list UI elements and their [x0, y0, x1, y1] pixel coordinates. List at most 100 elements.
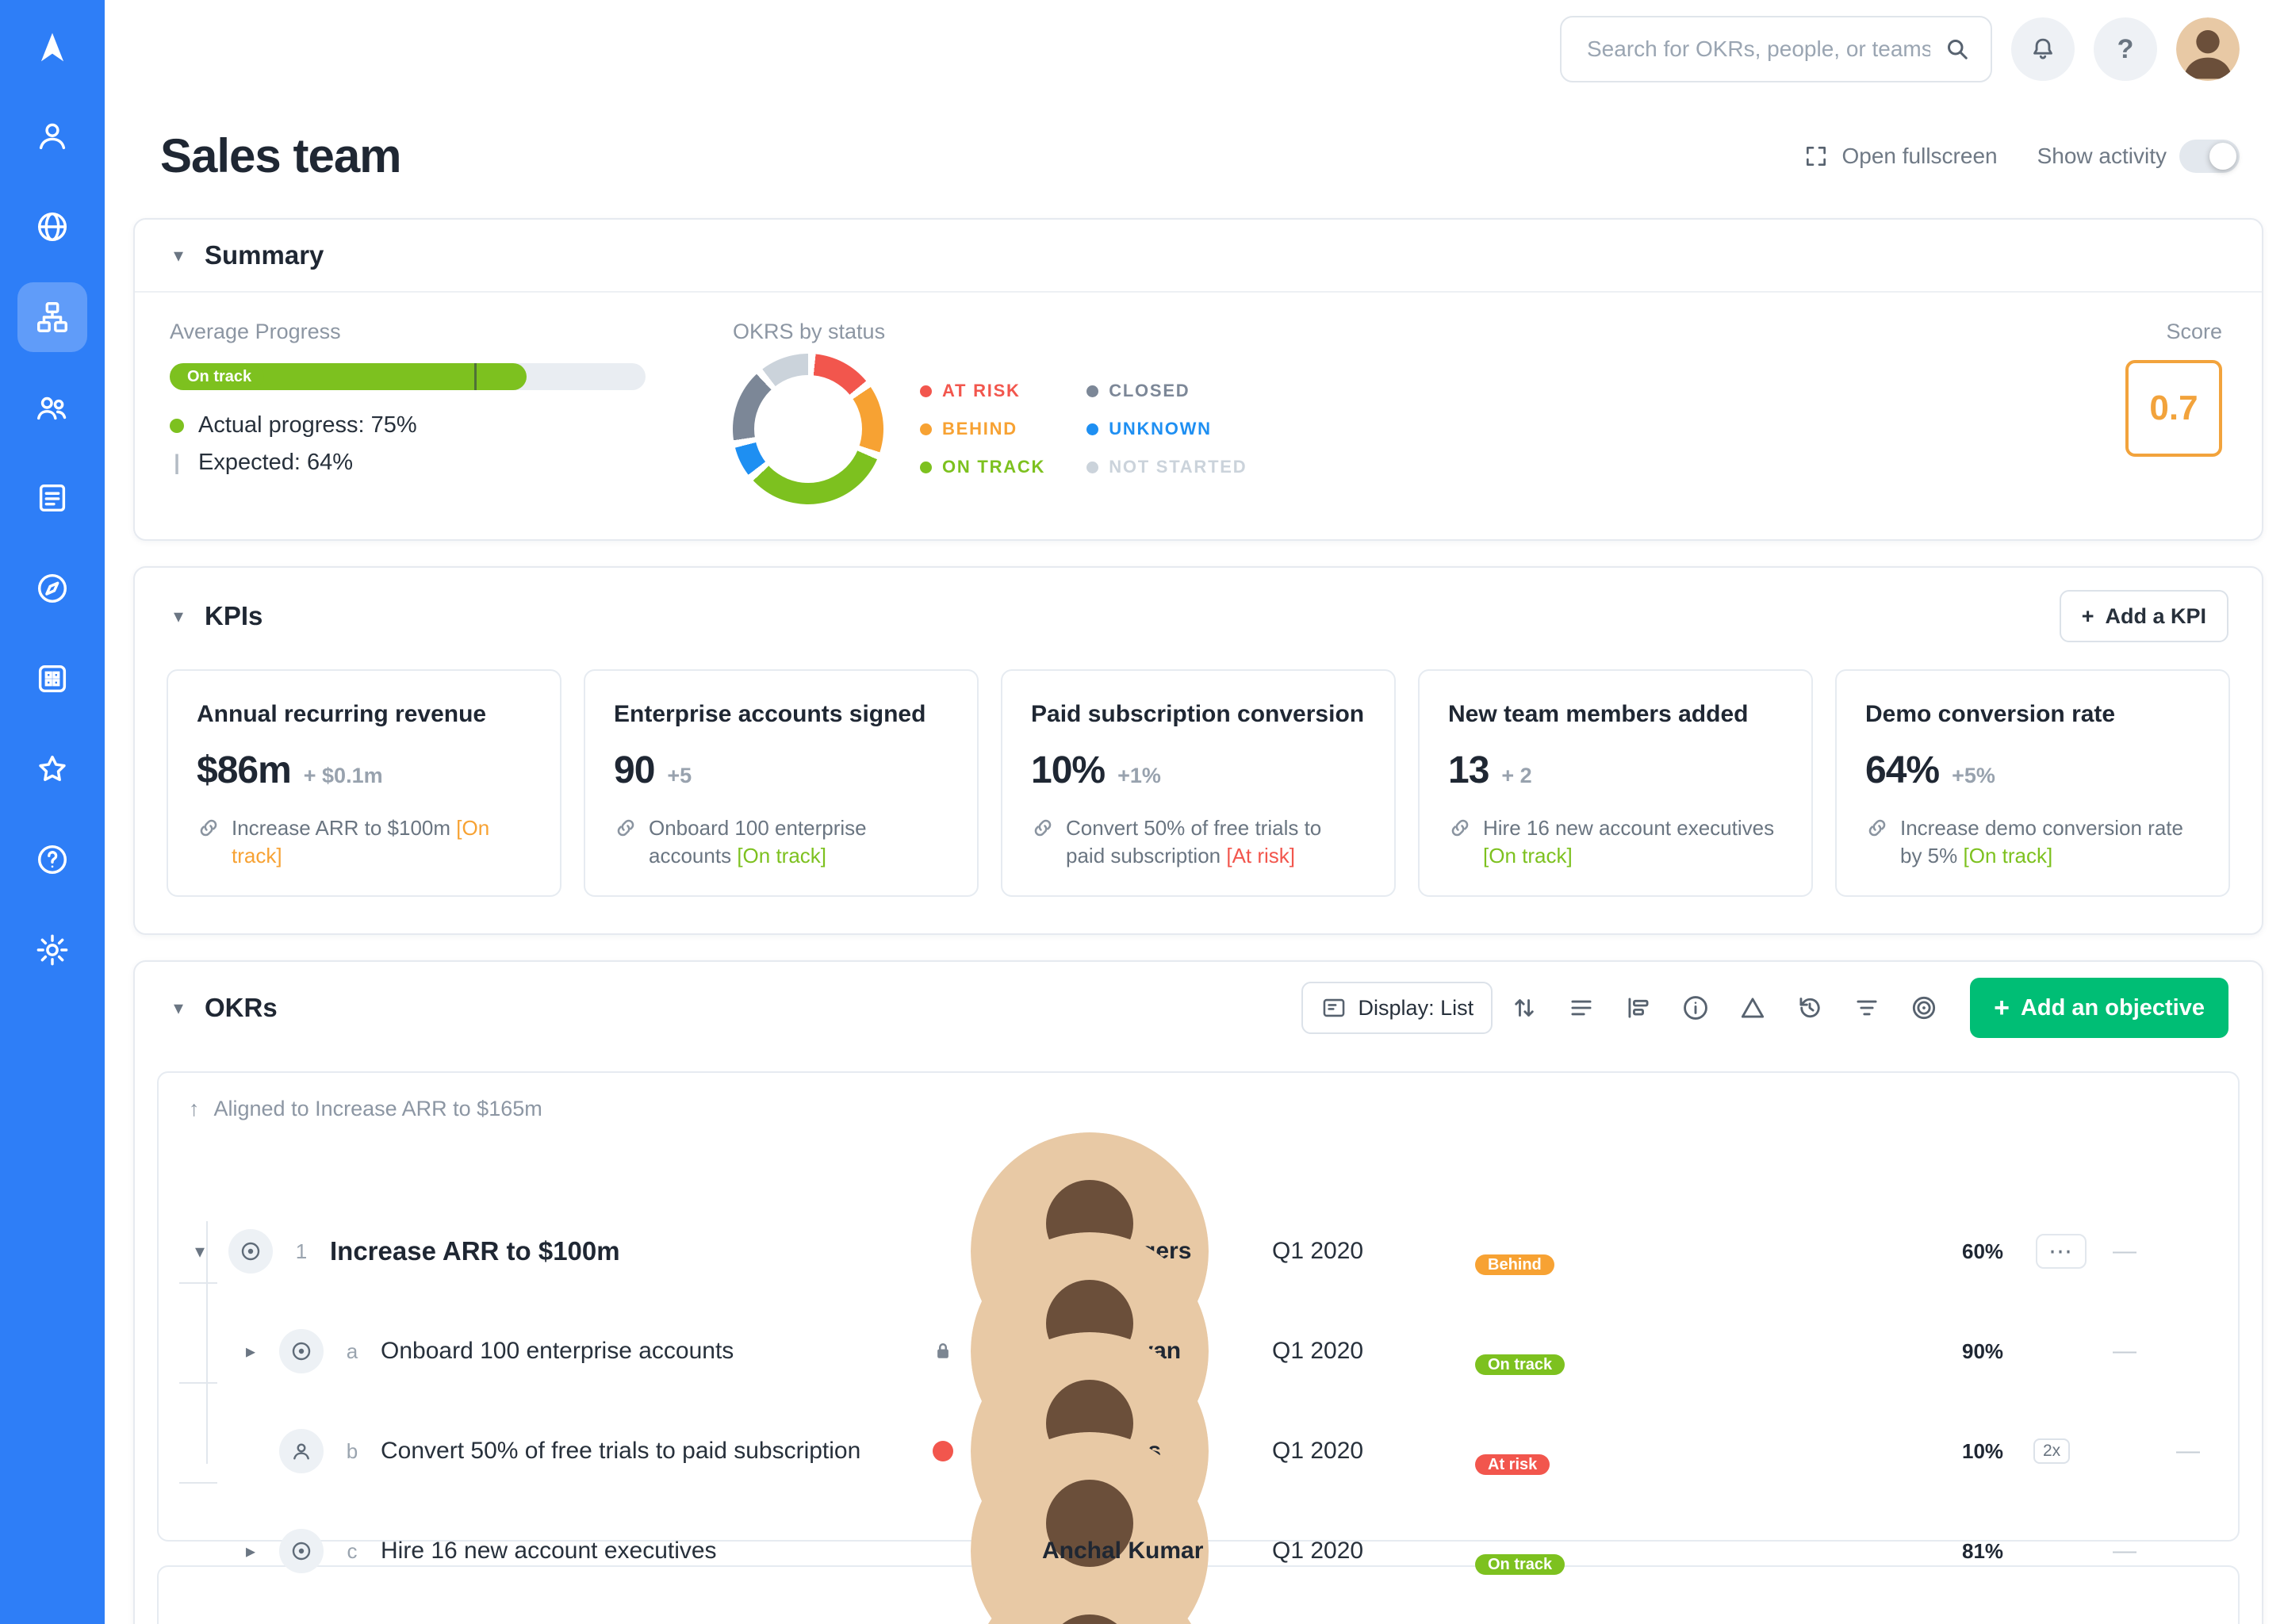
page-header: Sales team Open fullscreen Show activity	[160, 128, 2240, 183]
score-value: 0.7	[2125, 360, 2222, 457]
kpi-link-text[interactable]: Hire 16 new account executives	[1483, 816, 1774, 840]
kpis-title: KPIs	[205, 601, 263, 631]
score-label: Score	[2166, 320, 2222, 344]
actual-progress-dot	[170, 419, 184, 433]
kpi-delta: +1%	[1117, 764, 1161, 788]
collapse-okrs-caret-icon[interactable]: ▾	[168, 997, 189, 1020]
key-result-row[interactable]: b Convert 50% of free trials to paid sub…	[159, 1332, 2238, 1432]
plus-icon: +	[2082, 604, 2094, 629]
legend-label: ON TRACK	[942, 457, 1045, 477]
legend-dot	[920, 385, 932, 397]
page-content: Sales team Open fullscreen Show activity…	[105, 98, 2284, 1624]
expected-marker	[474, 363, 477, 390]
sidebar-item-favorites[interactable]	[17, 734, 87, 804]
kpi-status: [On track]	[1483, 844, 1573, 868]
summary-card: ▾ Summary Average Progress On track Actu…	[133, 218, 2263, 541]
sidebar	[0, 0, 105, 1624]
collapse-summary-caret-icon[interactable]: ▾	[168, 244, 189, 267]
key-result-row[interactable]: ▸ a Onboard 100 enterprise accounts Jame…	[159, 1232, 2238, 1332]
avatar-image	[2176, 17, 2240, 81]
legend-item: ON TRACK	[920, 457, 1045, 477]
focus-button[interactable]	[1899, 982, 1949, 1033]
org-chart-icon	[34, 299, 71, 335]
sidebar-item-org-chart[interactable]	[17, 282, 87, 352]
kpi-card[interactable]: Annual recurring revenue $86m+ $0.1m Inc…	[167, 669, 561, 897]
objective-row[interactable]: ▾ 2 Develop and expand vibrant partner e…	[159, 1567, 2238, 1624]
sidebar-item-apps[interactable]	[17, 644, 87, 714]
average-progress-label: Average Progress	[170, 320, 693, 344]
alignment-row[interactable]: ↑ Aligned to Increase ARR to $165m	[159, 1073, 2238, 1132]
target-icon	[1909, 993, 1939, 1023]
legend-label: NOT STARTED	[1109, 457, 1247, 477]
user-avatar[interactable]	[2176, 17, 2240, 81]
help-icon	[34, 841, 71, 878]
history-button[interactable]	[1784, 982, 1835, 1033]
list-view-button[interactable]	[1556, 982, 1607, 1033]
average-progress-block: Average Progress On track Actual progres…	[170, 320, 693, 504]
collapse-kpis-caret-icon[interactable]: ▾	[168, 605, 189, 628]
grid-icon	[34, 661, 71, 697]
kpi-title: Enterprise accounts signed	[614, 701, 948, 728]
caret-right-icon[interactable]: ▸	[233, 1540, 268, 1563]
search-icon	[1943, 35, 1972, 63]
sidebar-item-company[interactable]	[17, 192, 87, 262]
kpi-value: 90	[614, 749, 654, 792]
group-view-button[interactable]	[1613, 982, 1664, 1033]
arrow-up-icon: ↑	[189, 1097, 200, 1121]
open-fullscreen-button[interactable]: Open fullscreen	[1803, 144, 1997, 169]
key-result-title[interactable]: Hire 16 new account executives	[381, 1538, 717, 1565]
filter-button[interactable]	[1841, 982, 1892, 1033]
document-icon	[34, 480, 71, 516]
history-icon	[1795, 993, 1825, 1023]
kpi-link-text[interactable]: Increase ARR to $100m	[232, 816, 450, 840]
key-result-row[interactable]: ▸ c Hire 16 new account executives Ancha…	[159, 1432, 2238, 1532]
legend-item: UNKNOWN	[1086, 419, 1247, 439]
filter-icon	[1852, 993, 1882, 1023]
kpi-card[interactable]: Demo conversion rate 64%+5% Increase dem…	[1835, 669, 2230, 897]
expected-tick-icon: |	[170, 450, 184, 475]
add-objective-button[interactable]: + Add an objective	[1970, 978, 2228, 1038]
show-activity-label: Show activity	[2037, 144, 2167, 169]
info-button[interactable]	[1670, 982, 1721, 1033]
sidebar-item-profile[interactable]	[17, 102, 87, 171]
sidebar-item-help[interactable]	[17, 825, 87, 894]
status-badge: Behind	[1475, 1254, 1554, 1275]
kpi-card[interactable]: New team members added 13+ 2 Hire 16 new…	[1418, 669, 1813, 897]
notifications-button[interactable]	[2011, 17, 2075, 81]
warnings-button[interactable]	[1727, 982, 1778, 1033]
sidebar-item-reports[interactable]	[17, 463, 87, 533]
display-mode-button[interactable]: Display: List	[1301, 982, 1493, 1034]
kpi-title: New team members added	[1448, 701, 1783, 728]
info-icon	[1680, 993, 1711, 1023]
page-title: Sales team	[160, 128, 401, 183]
objective-row[interactable]: ▾ 1 Increase ARR to $100m Chris Rogers Q…	[159, 1132, 2238, 1232]
legend-item: BEHIND	[920, 419, 1045, 439]
progress-percent: 81%	[1946, 1539, 2033, 1564]
kpi-value: $86m	[197, 749, 291, 792]
kpi-card[interactable]: Enterprise accounts signed 90+5 Onboard …	[584, 669, 979, 897]
search-input[interactable]	[1585, 36, 1932, 63]
okrs-by-status-block: OKRS by status AT RISK CLOSED BEHIND UNK…	[733, 320, 1247, 504]
owner-name: Anchal Kumar	[1042, 1538, 1272, 1565]
sidebar-item-teams[interactable]	[17, 373, 87, 442]
kpi-status: [On track]	[1964, 844, 2053, 868]
compass-icon	[34, 570, 71, 607]
kpi-card[interactable]: Paid subscription conversion 10%+1% Conv…	[1001, 669, 1396, 897]
expected-progress-text: Expected: 64%	[198, 450, 353, 476]
avatar-image	[971, 1567, 1209, 1624]
owner-avatar[interactable]	[971, 1567, 1209, 1624]
help-button[interactable]: ?	[2094, 17, 2157, 81]
sort-button[interactable]	[1499, 982, 1550, 1033]
add-kpi-button[interactable]: + Add a KPI	[2060, 590, 2228, 642]
show-activity-toggle[interactable]	[2179, 140, 2240, 173]
kpi-delta: +5%	[1952, 764, 1995, 788]
sidebar-item-settings[interactable]	[17, 915, 87, 985]
sidebar-item-explore[interactable]	[17, 553, 87, 623]
legend-dot	[1086, 462, 1098, 473]
kpis-card: ▾ KPIs + Add a KPI Annual recurring reve…	[133, 566, 2263, 935]
link-icon	[1865, 816, 1889, 840]
search-box[interactable]	[1560, 16, 1992, 82]
legend-item: NOT STARTED	[1086, 457, 1247, 477]
app-logo[interactable]	[17, 16, 87, 79]
link-icon	[614, 816, 638, 840]
